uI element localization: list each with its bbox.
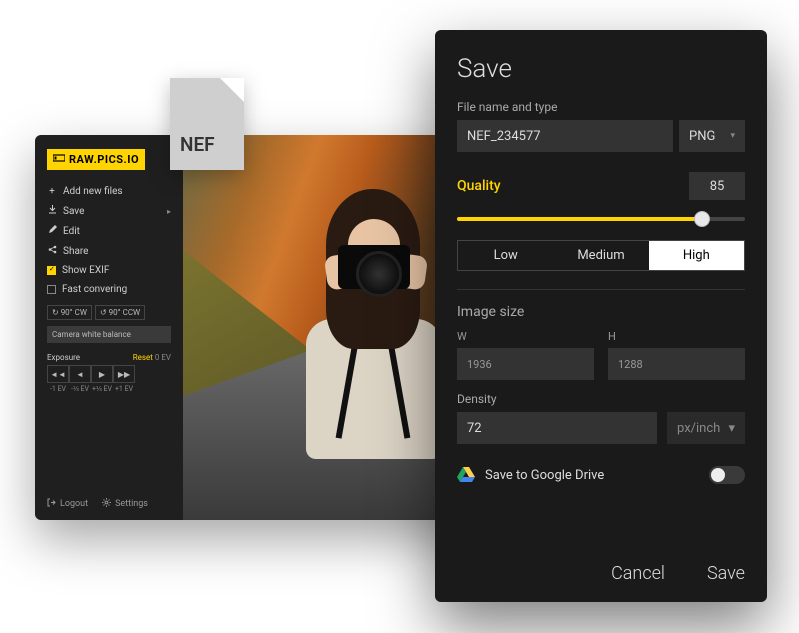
filetype-value: PNG	[689, 129, 715, 144]
sidebar-footer: Logout Settings	[47, 488, 171, 510]
exposure-buttons: ◄◄ ◄ ▶ ▶▶	[47, 365, 171, 383]
sidebar-edit[interactable]: Edit	[47, 221, 171, 241]
density-unit-value: px/inch	[677, 421, 720, 436]
app-logo: RAW.PICS.IO	[47, 149, 145, 170]
google-drive-label: Save to Google Drive	[485, 468, 604, 483]
ev-minus-third-button[interactable]: ◄	[69, 365, 91, 383]
settings-label: Settings	[115, 499, 148, 509]
ev-minus-1-button[interactable]: ◄◄	[47, 365, 69, 383]
rotate-cw-icon: ↻	[52, 308, 59, 317]
save-dialog: Save File name and type NEF_234577 PNG ▾…	[435, 30, 767, 602]
rotate-cw-button[interactable]: ↻ 90° CW	[47, 305, 92, 320]
density-label: Density	[457, 392, 745, 406]
logout-button[interactable]: Logout	[47, 498, 88, 510]
exposure-header: Exposure Reset 0 EV	[47, 353, 171, 362]
quality-input[interactable]: 85	[689, 172, 745, 200]
sidebar-save[interactable]: Save ▸	[47, 201, 171, 221]
logout-label: Logout	[60, 499, 88, 509]
width-label: W	[457, 330, 594, 343]
sidebar: RAW.PICS.IO + Add new files Save ▸ Edit	[35, 135, 183, 520]
ev-plus-third-button[interactable]: ▶	[91, 365, 113, 383]
slider-thumb-icon[interactable]	[694, 211, 710, 227]
dialog-title: Save	[457, 54, 745, 84]
quality-low-button[interactable]: Low	[458, 241, 553, 270]
chevron-down-icon: ▾	[728, 421, 735, 436]
height-label: H	[608, 330, 745, 343]
checkbox-checked-icon	[47, 266, 56, 275]
logo-text: RAW.PICS.IO	[69, 153, 139, 166]
save-button[interactable]: Save	[707, 563, 745, 584]
quality-label: Quality	[457, 178, 501, 194]
download-icon	[47, 205, 57, 217]
height-input[interactable]: 1288	[608, 348, 745, 380]
exposure-button-labels: -1 EV -⅓ EV +⅓ EV +1 EV	[47, 385, 171, 393]
filename-input[interactable]: NEF_234577	[457, 120, 673, 152]
file-type-label: NEF	[180, 133, 215, 156]
pencil-icon	[47, 225, 57, 237]
rotate-ccw-icon: ↺	[100, 308, 107, 317]
image-size-label: Image size	[457, 304, 745, 320]
width-input[interactable]: 1936	[457, 348, 594, 380]
rotate-buttons: ↻ 90° CW ↺ 90° CCW	[47, 305, 171, 320]
sidebar-label: Share	[63, 246, 88, 257]
share-icon	[47, 245, 57, 257]
density-unit-select[interactable]: px/inch ▾	[667, 412, 745, 444]
sidebar-label: Save	[63, 206, 84, 217]
sidebar-label: Add new files	[63, 186, 123, 197]
quality-medium-button[interactable]: Medium	[553, 241, 648, 270]
quality-high-button[interactable]: High	[649, 241, 744, 270]
file-icon: NEF	[170, 78, 244, 170]
white-balance-dropdown[interactable]: Camera white balance	[47, 326, 171, 343]
quality-presets: Low Medium High	[457, 240, 745, 271]
quality-slider[interactable]	[457, 210, 745, 228]
settings-button[interactable]: Settings	[102, 498, 148, 510]
exposure-reset[interactable]: Reset	[133, 353, 153, 362]
cancel-button[interactable]: Cancel	[611, 563, 665, 584]
chevron-right-icon: ▸	[167, 207, 171, 216]
sidebar-label: Edit	[63, 226, 80, 237]
plus-icon: +	[47, 186, 57, 197]
white-balance-label: Camera white balance	[52, 330, 131, 339]
gear-icon	[102, 498, 111, 510]
density-input[interactable]: 72	[457, 412, 657, 444]
filetype-select[interactable]: PNG ▾	[679, 120, 745, 152]
logout-icon	[47, 498, 56, 510]
exposure-value: 0 EV	[155, 353, 171, 362]
rotate-ccw-button[interactable]: ↺ 90° CCW	[95, 305, 145, 320]
sidebar-label: Show EXIF	[62, 265, 109, 276]
google-drive-toggle[interactable]	[709, 466, 745, 484]
sidebar-fast-converting[interactable]: Fast convering	[47, 280, 171, 299]
checkbox-icon	[47, 285, 56, 294]
sidebar-show-exif[interactable]: Show EXIF	[47, 261, 171, 280]
ev-plus-1-button[interactable]: ▶▶	[113, 365, 135, 383]
sidebar-share[interactable]: Share	[47, 241, 171, 261]
sidebar-add-files[interactable]: + Add new files	[47, 182, 171, 201]
google-drive-icon	[457, 467, 475, 483]
toggle-knob-icon	[711, 468, 725, 482]
filename-label: File name and type	[457, 100, 745, 114]
chevron-down-icon: ▾	[730, 131, 735, 141]
file-type-badge: NEF	[170, 78, 244, 170]
logo-icon	[53, 153, 65, 166]
exposure-label: Exposure	[47, 353, 80, 362]
sidebar-label: Fast convering	[62, 284, 127, 295]
